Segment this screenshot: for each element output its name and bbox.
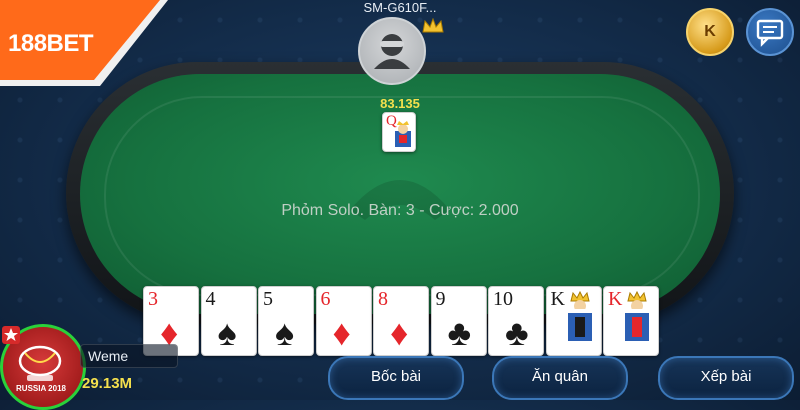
arrange-cards-button[interactable]: Xếp bài [658, 356, 794, 400]
card-rank: 8 [378, 288, 388, 310]
hand-card[interactable]: 8 ♦ [373, 286, 429, 356]
opponent-name: SM-G610F... [363, 0, 437, 15]
crown-icon [422, 18, 444, 33]
logo-text: 188BET [8, 30, 94, 57]
king-face-icon [625, 291, 649, 341]
player-name: Weme [88, 348, 129, 364]
queen-face-icon [395, 121, 411, 147]
card-suit-icon: ♣ [447, 312, 472, 353]
card-rank: 6 [320, 288, 331, 310]
king-face-icon [567, 291, 592, 341]
hand-card[interactable]: 4 ♠ [200, 286, 257, 356]
draw-card-button[interactable]: Bốc bài [328, 356, 464, 400]
hand-card[interactable]: 9 ♣ [430, 286, 487, 356]
chat-icon [756, 19, 784, 47]
card-rank: 5 [263, 288, 273, 310]
opponent-avatar[interactable] [358, 17, 426, 85]
card-rank: 4 [205, 288, 216, 310]
hand-card[interactable]: K [545, 286, 602, 356]
card-rank: 10 [493, 288, 513, 310]
player-badge-text: RUSSIA 2018 [16, 384, 66, 393]
card-suit-icon: ♣ [505, 312, 529, 353]
coin-button[interactable]: K [686, 8, 734, 56]
opponent-money: 83.135 [380, 96, 420, 111]
hand-card[interactable]: 6 ♦ [315, 286, 372, 356]
card-rank: 9 [435, 288, 446, 310]
opponent-discard-card: Q [382, 112, 416, 152]
card-suit-icon: ♦ [390, 312, 409, 353]
hand-card[interactable]: 10 ♣ [488, 286, 544, 356]
card-suit-icon: ♦ [332, 312, 351, 353]
chat-button[interactable] [746, 8, 794, 56]
player-money: 29.13M [82, 375, 133, 392]
hand-card[interactable]: 5 ♠ [258, 286, 314, 356]
take-card-button[interactable]: Ăn quân [492, 356, 628, 400]
card-rank: 3 [148, 288, 158, 310]
hand-card[interactable]: K [603, 286, 659, 356]
user-silhouette-icon [374, 34, 410, 69]
table-info: Phỏm Solo. Bàn: 3 - Cược: 2.000 [281, 202, 519, 219]
card-suit-icon: ♠ [275, 312, 295, 353]
card-suit-icon: ♠ [217, 312, 237, 353]
coin-icon: K [704, 23, 716, 40]
star-badge-icon [2, 326, 20, 344]
